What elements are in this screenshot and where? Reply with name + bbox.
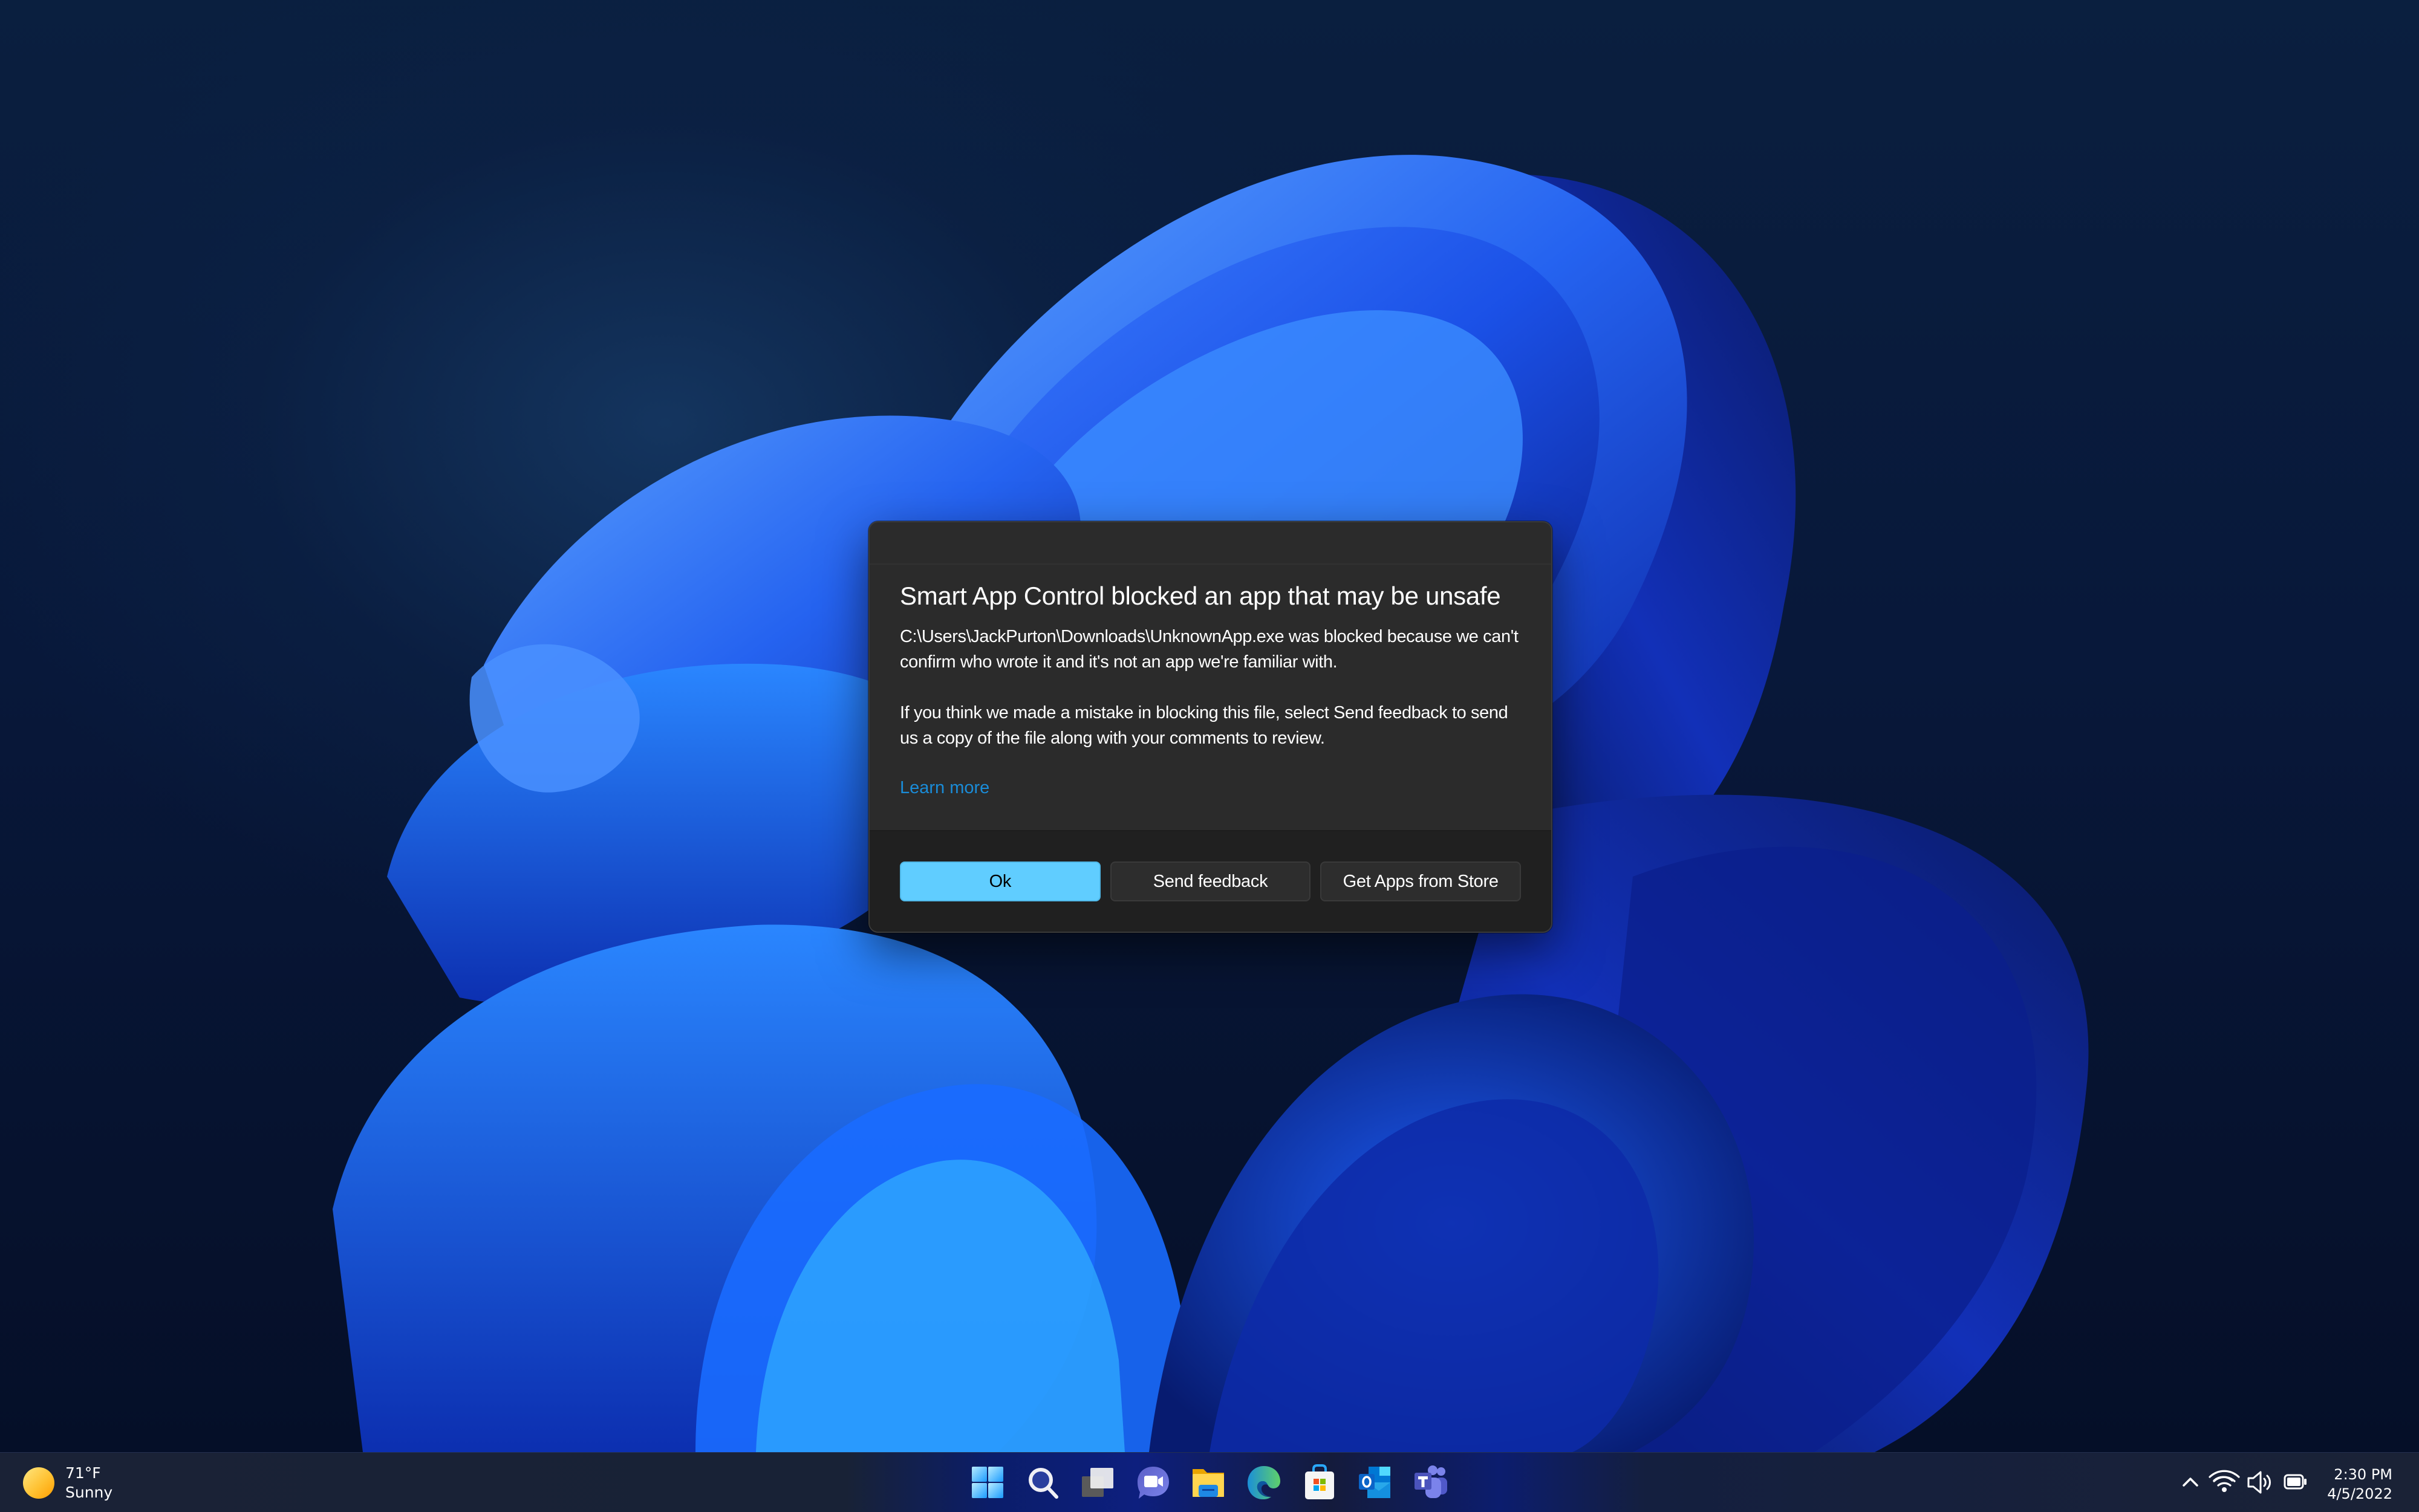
store-icon: [1305, 1464, 1334, 1499]
ok-button[interactable]: Ok: [900, 861, 1101, 901]
teams-icon: [1415, 1465, 1447, 1498]
clock-date: 4/5/2022: [2327, 1485, 2392, 1502]
start-button[interactable]: [968, 1463, 1007, 1502]
dialog-titlebar[interactable]: [870, 522, 1551, 565]
blocked-app-message: C:\Users\JackPurton\Downloads\UnknownApp…: [900, 627, 1519, 672]
outlook-button[interactable]: [1355, 1463, 1394, 1502]
wifi-icon: [2209, 1470, 2240, 1492]
learn-more-link[interactable]: Learn more: [900, 775, 989, 800]
file-explorer-button[interactable]: [1189, 1463, 1228, 1502]
edge-button[interactable]: [1245, 1463, 1283, 1502]
taskbar: 71°F Sunny 2:30 PM 4/5/2022: [0, 1452, 2419, 1512]
volume-icon: [2247, 1471, 2271, 1494]
clock[interactable]: 2:30 PM 4/5/2022: [2327, 1465, 2392, 1504]
status-icons: [2209, 1470, 2307, 1494]
send-feedback-button[interactable]: Send feedback: [1110, 861, 1311, 901]
task-view-button[interactable]: [1078, 1463, 1117, 1502]
feedback-instructions: If you think we made a mistake in blocki…: [900, 703, 1508, 748]
chat-icon: [1138, 1467, 1169, 1499]
quick-settings-button[interactable]: [2205, 1467, 2332, 1497]
edge-icon: [1248, 1466, 1280, 1499]
get-apps-from-store-button[interactable]: Get Apps from Store: [1320, 861, 1522, 901]
outlook-icon: [1359, 1467, 1390, 1498]
store-button[interactable]: [1300, 1463, 1339, 1502]
teams-button[interactable]: [1411, 1463, 1450, 1502]
search-icon: [1029, 1468, 1058, 1499]
windows-start-icon: [972, 1467, 1003, 1498]
clock-time: 2:30 PM: [2334, 1466, 2392, 1483]
smart-app-control-dialog: Smart App Control blocked an app that ma…: [868, 521, 1552, 933]
show-hidden-icons-button[interactable]: [2180, 1471, 2201, 1493]
search-button[interactable]: [1024, 1463, 1063, 1502]
battery-icon: [2284, 1474, 2307, 1490]
chevron-up-icon: [2183, 1478, 2198, 1487]
dialog-content: Smart App Control blocked an app that ma…: [870, 579, 1551, 800]
taskbar-pinned-apps: [0, 1453, 2419, 1512]
file-explorer-icon: [1193, 1469, 1224, 1497]
dialog-title: Smart App Control blocked an app that ma…: [900, 582, 1501, 610]
dialog-footer: Ok Send feedback Get Apps from Store: [870, 830, 1551, 932]
chat-button[interactable]: [1134, 1463, 1173, 1502]
task-view-icon: [1082, 1468, 1113, 1497]
